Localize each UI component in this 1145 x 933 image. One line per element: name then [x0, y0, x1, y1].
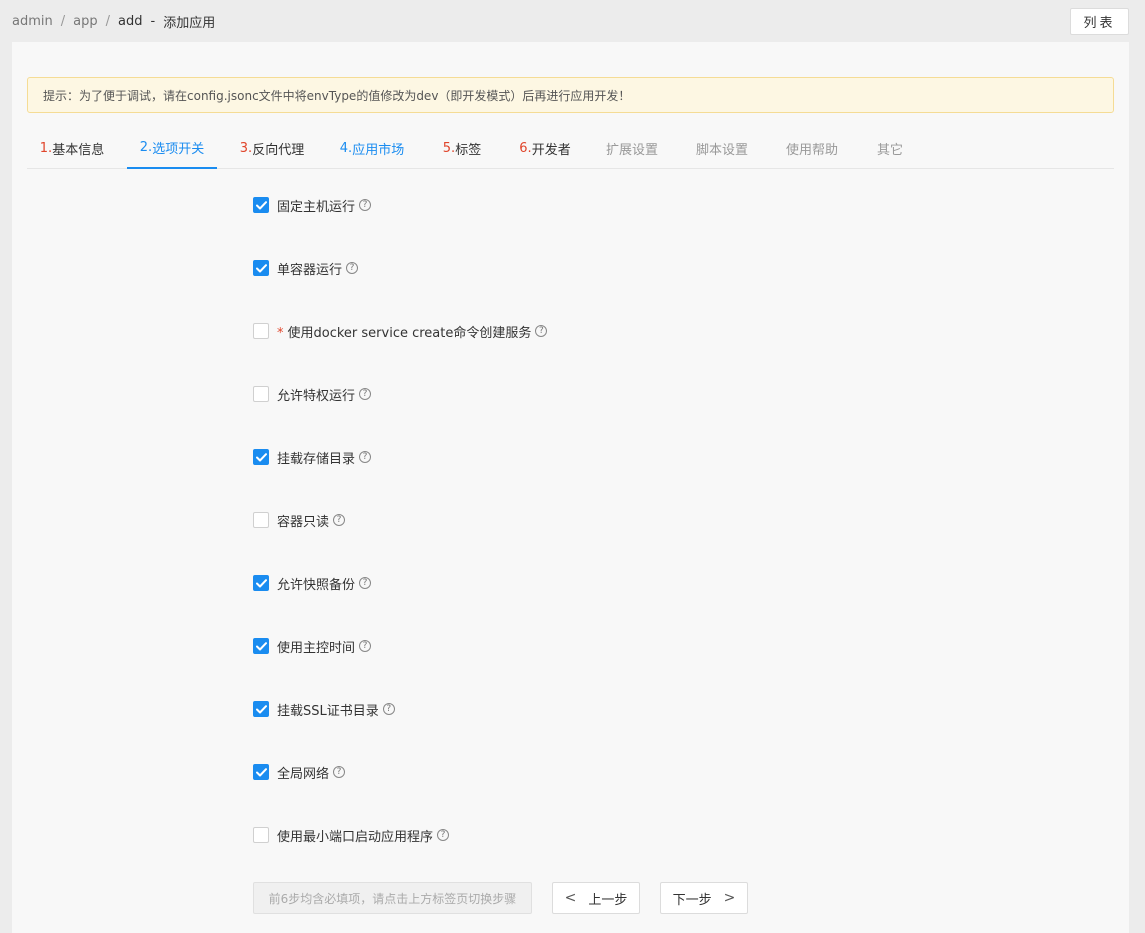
checkbox-checked[interactable] [253, 638, 269, 654]
option-mount-storage: 挂载存储目录 ? [253, 448, 372, 467]
help-icon[interactable]: ? [359, 577, 372, 589]
option-snapshot-backup: 允许快照备份 ? [253, 574, 372, 593]
required-asterisk: * [277, 325, 284, 341]
tip-banner: 提示：为了便于调试，请在config.jsonc文件中将envType的值修改为… [27, 77, 1114, 113]
checkbox-checked[interactable] [253, 260, 269, 276]
check-icon [255, 200, 267, 209]
option-min-port: 使用最小端口启动应用程序 ? [253, 826, 450, 845]
prev-step-button[interactable]: < 上一步 [552, 882, 640, 914]
checkbox-checked[interactable] [253, 575, 269, 591]
tab-number: 6. [519, 141, 532, 156]
tab-bar: 1. 基本信息 2. 选项开关 3. 反向代理 4. 应用市场 5. 标签 6. 开发者 扩… [27, 128, 1114, 169]
help-icon[interactable]: ? [359, 199, 372, 211]
option-label: 单容器运行 [277, 262, 343, 278]
tab-extension-settings[interactable]: 扩展设置 [587, 128, 677, 169]
check-icon [255, 578, 267, 587]
tab-label: 基本信息 [52, 143, 105, 158]
checkbox-unchecked[interactable] [253, 827, 269, 843]
tab-label: 选项开关 [152, 142, 205, 157]
top-bar: admin / app / add - 添加应用 列表 [0, 0, 1145, 42]
option-label: 容器只读 [277, 514, 330, 530]
option-global-network: 全局网络 ? [253, 763, 346, 782]
help-icon[interactable]: ? [346, 262, 359, 274]
option-master-time: 使用主控时间 ? [253, 637, 372, 656]
tab-label: 反向代理 [252, 143, 305, 158]
checkbox-checked[interactable] [253, 764, 269, 780]
option-label: 使用最小端口启动应用程序 [277, 829, 434, 845]
next-step-label: 下一步 [672, 892, 712, 908]
option-label: 允许特权运行 [277, 388, 356, 404]
page-title: 添加应用 [163, 16, 216, 31]
tab-basic-info[interactable]: 1. 基本信息 [27, 128, 117, 169]
chevron-right-icon: > [723, 890, 736, 906]
checkbox-checked[interactable] [253, 449, 269, 465]
check-icon [255, 641, 267, 650]
breadcrumb-item-admin[interactable]: admin [12, 14, 53, 29]
option-docker-service-create: * 使用docker service create命令创建服务 ? [253, 322, 548, 341]
tab-reverse-proxy[interactable]: 3. 反向代理 [227, 128, 317, 169]
tab-script-settings[interactable]: 脚本设置 [677, 128, 767, 169]
help-icon[interactable]: ? [382, 703, 395, 715]
next-step-button[interactable]: 下一步 > [660, 882, 748, 914]
help-icon[interactable]: ? [333, 514, 346, 526]
tab-number: 3. [239, 141, 253, 156]
option-label: 全局网络 [277, 766, 330, 782]
checkbox-unchecked[interactable] [253, 323, 269, 339]
help-icon[interactable]: ? [359, 451, 372, 463]
tab-tags[interactable]: 5. 标签 [427, 128, 497, 169]
help-icon[interactable]: ? [333, 766, 346, 778]
help-icon[interactable]: ? [359, 388, 372, 400]
option-label-text: 使用docker service create命令创建服务 [287, 325, 532, 341]
option-mount-ssl: 挂载SSL证书目录 ? [253, 700, 395, 719]
option-label: 挂载SSL证书目录 [277, 703, 379, 719]
checkbox-checked[interactable] [253, 701, 269, 717]
tab-number: 2. [139, 140, 153, 155]
breadcrumb: admin / app / add - 添加应用 [12, 12, 215, 31]
tab-other[interactable]: 其它 [857, 128, 923, 169]
tab-app-market[interactable]: 4. 应用市场 [327, 128, 417, 169]
check-icon [255, 452, 267, 461]
tab-developer[interactable]: 6. 开发者 [505, 128, 585, 169]
checkbox-unchecked[interactable] [253, 386, 269, 402]
check-icon [255, 263, 267, 272]
option-label: 允许快照备份 [277, 577, 356, 593]
help-icon[interactable]: ? [437, 829, 450, 841]
check-icon [255, 767, 267, 776]
checkbox-checked[interactable] [253, 197, 269, 213]
checkbox-unchecked[interactable] [253, 512, 269, 528]
tab-label: 开发者 [531, 143, 571, 158]
check-icon [255, 704, 267, 713]
required-steps-note: 前6步均含必填项，请点击上方标签页切换步骤 [253, 882, 532, 914]
option-label: 固定主机运行 [277, 199, 356, 215]
option-label: 使用主控时间 [277, 640, 356, 656]
breadcrumb-item-app[interactable]: app [73, 14, 97, 29]
tab-number: 4. [339, 141, 353, 156]
list-button[interactable]: 列表 [1070, 8, 1129, 35]
breadcrumb-separator: / [60, 14, 66, 29]
help-icon[interactable]: ? [359, 640, 372, 652]
option-privileged: 允许特权运行 ? [253, 385, 372, 404]
tab-number: 1. [39, 141, 53, 156]
tab-options[interactable]: 2. 选项开关 [127, 128, 217, 169]
tab-label: 应用市场 [352, 143, 405, 158]
tab-number: 5. [442, 141, 456, 156]
breadcrumb-separator: / [105, 14, 110, 29]
option-label: * 使用docker service create命令创建服务 [277, 322, 531, 341]
option-single-container: 单容器运行 ? [253, 259, 359, 278]
tab-usage-help[interactable]: 使用帮助 [767, 128, 857, 169]
option-label: 挂载存储目录 [277, 451, 356, 467]
chevron-left-icon: < [564, 890, 577, 906]
breadcrumb-dash: - [150, 14, 156, 29]
option-fixed-host: 固定主机运行 ? [253, 196, 372, 215]
breadcrumb-item-add: add [118, 14, 143, 29]
tab-label: 标签 [455, 143, 482, 158]
prev-step-label: 上一步 [588, 892, 628, 908]
help-icon[interactable]: ? [535, 325, 548, 337]
main-panel: 提示：为了便于调试，请在config.jsonc文件中将envType的值修改为… [12, 42, 1129, 933]
option-readonly-container: 容器只读 ? [253, 511, 346, 530]
